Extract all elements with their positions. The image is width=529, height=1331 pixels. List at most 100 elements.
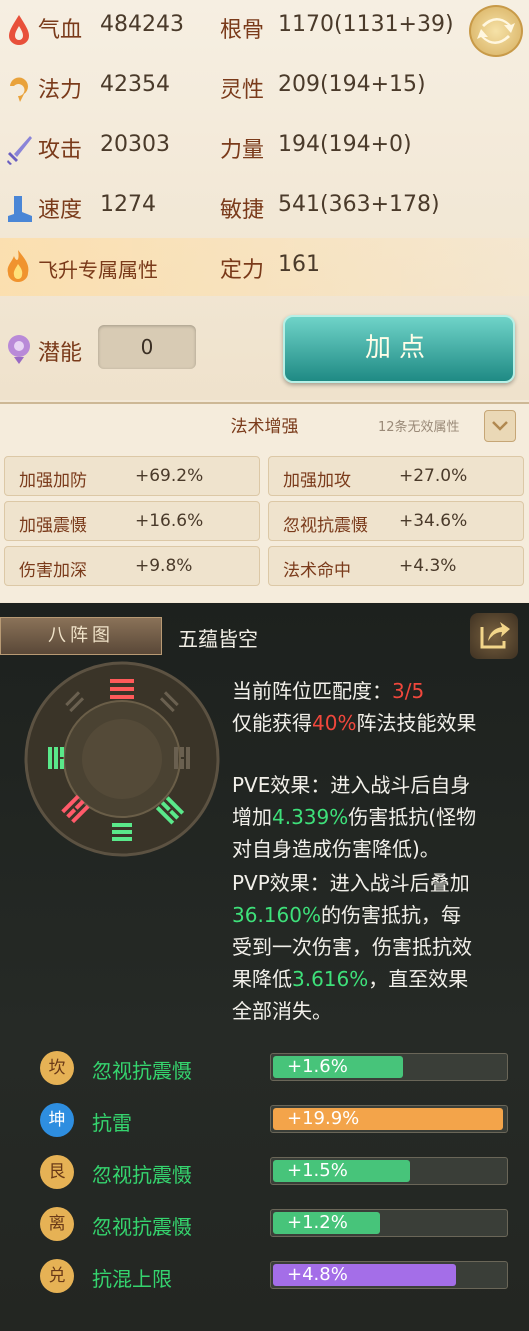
bonus-value: +4.8% bbox=[287, 1264, 348, 1285]
attribute-value: +16.6% bbox=[135, 511, 204, 531]
attribute-value: +9.8% bbox=[135, 556, 193, 576]
stat-value: 42354 bbox=[100, 72, 170, 97]
tab-bagua[interactable]: 八阵图 bbox=[0, 617, 162, 655]
stat-label: 速度 bbox=[38, 198, 83, 223]
magic-attribute-cell: 加强震慑 +16.6% bbox=[4, 501, 260, 541]
bonus-bar: +1.6% bbox=[270, 1053, 508, 1081]
potential-value-field: 0 bbox=[98, 325, 196, 369]
position-bonus-row: 坎忽视抗震慑 +1.6% bbox=[0, 1043, 529, 1093]
position-bonus-row: 离忽视抗震慑 +1.2% bbox=[0, 1199, 529, 1249]
position-bonus-row: 坤抗雷 +19.9% bbox=[0, 1095, 529, 1145]
trigram-badge-icon: 坎 bbox=[40, 1051, 74, 1085]
effect-prefix: 仅能获得 bbox=[232, 711, 312, 735]
pvp-line: 全部消失。 bbox=[232, 999, 332, 1023]
pve-value: 4.339% bbox=[272, 805, 349, 829]
bonus-label: 抗雷 bbox=[92, 1111, 132, 1135]
pvp-line: 36.160%的伤害抵抗，每 bbox=[232, 899, 461, 928]
attribute-label: 加强加防 bbox=[19, 471, 87, 491]
expand-toggle-button[interactable] bbox=[484, 410, 516, 442]
pvp-line: PVP效果：进入战斗后叠加 bbox=[232, 871, 470, 895]
trigram-badge-icon: 坤 bbox=[40, 1103, 74, 1137]
pvp-suffix2: ，直至效果 bbox=[368, 967, 469, 991]
pvp-prefix: 果降低 bbox=[232, 967, 292, 991]
bonus-value: +1.5% bbox=[287, 1160, 348, 1181]
stat-label: 攻击 bbox=[38, 138, 83, 163]
flame-icon bbox=[7, 250, 29, 282]
magic-attribute-cell: 忽视抗震慑 +34.6% bbox=[268, 501, 524, 541]
blood-drop-icon bbox=[9, 15, 29, 45]
pvp-suffix: 的伤害抵抗，每 bbox=[320, 903, 461, 927]
invalid-attributes-note: 12条无效属性 bbox=[378, 420, 460, 435]
pve-line: 增加4.339%伤害抵抗(怪物 bbox=[232, 801, 476, 830]
attribute-value: +27.0% bbox=[399, 466, 468, 486]
potential-label: 潜能 bbox=[38, 341, 83, 366]
magic-attribute-cell: 法术命中 +4.3% bbox=[268, 546, 524, 586]
stat-value: 20303 bbox=[100, 132, 170, 157]
attribute-label: 伤害加深 bbox=[19, 561, 87, 581]
trigram-badge-icon: 艮 bbox=[40, 1155, 74, 1189]
attribute-value: +4.3% bbox=[399, 556, 457, 576]
stat-value: 484243 bbox=[100, 12, 184, 37]
stat-value: 541(363+178) bbox=[278, 192, 440, 217]
potential-spirit-icon bbox=[8, 335, 30, 364]
stat-value: 209(194+15) bbox=[278, 72, 426, 97]
add-point-button[interactable]: 加点 bbox=[283, 315, 515, 383]
trigram-top-active[interactable] bbox=[110, 679, 134, 699]
magic-attribute-cell: 加强加防 +69.2% bbox=[4, 456, 260, 496]
pve-line: 对自身造成伤害降低)。 bbox=[232, 837, 440, 861]
position-bonus-list: 坎忽视抗震慑 +1.6% 坤抗雷 +19.9% 艮忽视抗震慑 +1.5% 离忽视抗震慑 +1.… bbox=[0, 1043, 529, 1323]
stat-label: 灵性 bbox=[220, 78, 265, 103]
stat-row-hp: 气血 484243 根骨 1170(1131+39) bbox=[0, 0, 529, 60]
stat-row-attack: 攻击 20303 力量 194(194+0) bbox=[0, 120, 529, 180]
match-degree-line: 当前阵位匹配度：3/5 bbox=[232, 675, 424, 704]
effect-suffix: 阵法技能效果 bbox=[356, 711, 477, 735]
attribute-value: +34.6% bbox=[399, 511, 468, 531]
stat-label: 根骨 bbox=[220, 18, 265, 43]
attribute-label: 法术命中 bbox=[283, 561, 351, 581]
bonus-value: +1.6% bbox=[287, 1056, 348, 1077]
bonus-bar: +1.5% bbox=[270, 1157, 508, 1185]
stat-value: 161 bbox=[278, 252, 320, 277]
chevron-down-icon bbox=[492, 421, 508, 431]
share-button[interactable] bbox=[470, 613, 518, 659]
bonus-value: +19.9% bbox=[287, 1108, 360, 1129]
bonus-value: +1.2% bbox=[287, 1212, 348, 1233]
pvp-line: 受到一次伤害，伤害抵抗效 bbox=[232, 935, 472, 959]
stat-label: 力量 bbox=[220, 138, 265, 163]
attribute-label: 加强加攻 bbox=[283, 471, 351, 491]
bonus-label: 抗混上限 bbox=[92, 1267, 172, 1291]
stat-value: 1170(1131+39) bbox=[278, 12, 454, 37]
bonus-label: 忽视抗震慑 bbox=[92, 1163, 192, 1187]
stat-value: 194(194+0) bbox=[278, 132, 412, 157]
trigram-badge-icon: 兑 bbox=[40, 1259, 74, 1293]
formation-panel: 八阵图 五蕴皆空 当前阵位匹配度：3/5 仅能获得40%阵法技能效果 PVE效果… bbox=[0, 603, 529, 1331]
magic-swirl-icon bbox=[10, 77, 28, 102]
stat-label: 敏捷 bbox=[220, 198, 265, 223]
attribute-panel: 气血 484243 根骨 1170(1131+39) 法力 42354 灵性 2… bbox=[0, 0, 529, 400]
share-icon bbox=[480, 622, 510, 649]
pve-line: PVE效果：进入战斗后自身 bbox=[232, 773, 471, 797]
bonus-label: 忽视抗震慑 bbox=[92, 1215, 192, 1239]
attribute-label: 忽视抗震慑 bbox=[283, 516, 368, 536]
pvp-value: 36.160% bbox=[232, 903, 321, 927]
pvp-value2: 3.616% bbox=[292, 967, 369, 991]
attribute-value: +69.2% bbox=[135, 466, 204, 486]
pvp-line: 果降低3.616%，直至效果 bbox=[232, 963, 468, 992]
match-label: 当前阵位匹配度： bbox=[232, 679, 392, 703]
effect-ratio-line: 仅能获得40%阵法技能效果 bbox=[232, 707, 476, 736]
magic-attribute-cell: 伤害加深 +9.8% bbox=[4, 546, 260, 586]
stat-value: 1274 bbox=[100, 192, 156, 217]
magic-enhance-panel: 法术增强 12条无效属性 加强加防 +69.2% 加强加攻 +27.0% 加强震… bbox=[0, 402, 529, 602]
pve-prefix: 增加 bbox=[232, 805, 272, 829]
bonus-bar: +19.9% bbox=[270, 1105, 508, 1133]
pve-suffix: 伤害抵抗(怪物 bbox=[348, 805, 477, 829]
stat-row-speed: 速度 1274 敏捷 541(363+178) bbox=[0, 180, 529, 240]
ascension-label: 飞升专属属性 bbox=[38, 258, 158, 282]
stat-row-mp: 法力 42354 灵性 209(194+15) bbox=[0, 60, 529, 120]
stat-label: 定力 bbox=[220, 258, 265, 283]
magic-attribute-cell: 加强加攻 +27.0% bbox=[268, 456, 524, 496]
bagua-wheel[interactable] bbox=[24, 661, 220, 857]
bonus-bar: +4.8% bbox=[270, 1261, 508, 1289]
trigram-bottom-active[interactable] bbox=[112, 823, 132, 841]
bonus-bar: +1.2% bbox=[270, 1209, 508, 1237]
